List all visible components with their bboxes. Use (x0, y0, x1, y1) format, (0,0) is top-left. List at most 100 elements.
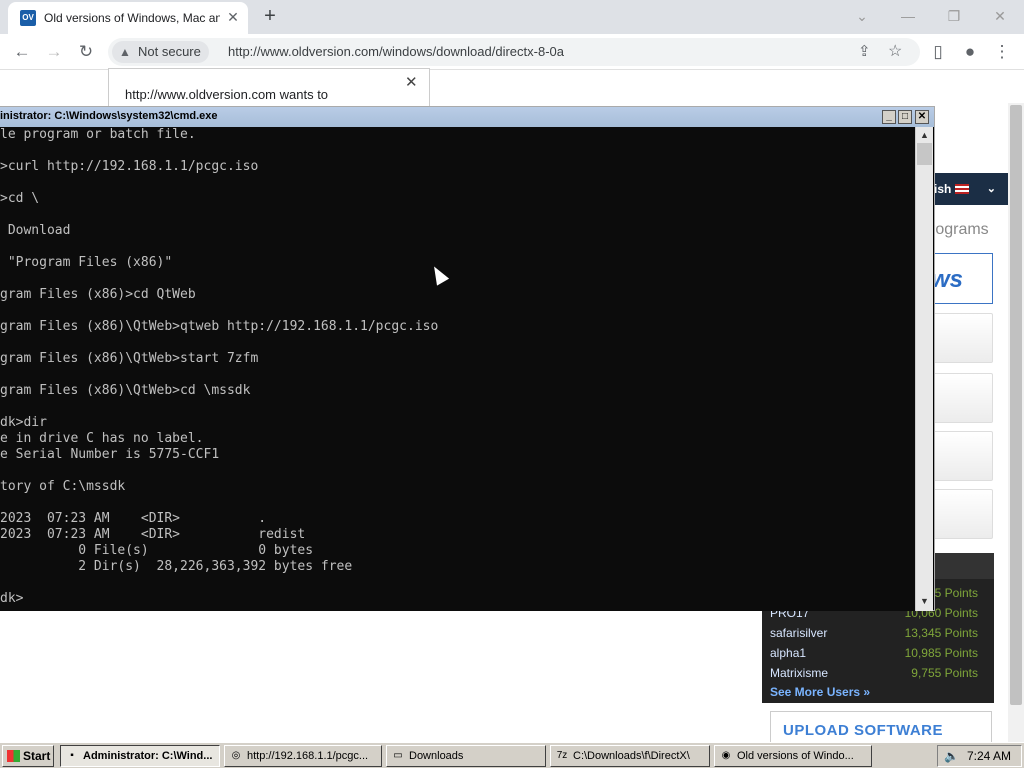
back-button[interactable]: ← (10, 40, 34, 64)
chrome-icon: ◉ (721, 750, 731, 761)
user-points: 13,345 Points (904, 626, 978, 640)
bookmark-star-icon[interactable]: ☆ (888, 41, 902, 61)
taskbar-item-chrome[interactable]: ◉ Old versions of Windo... (714, 745, 872, 767)
user-points: 10,985 Points (904, 646, 978, 660)
user-name: Matrixisme (770, 666, 829, 680)
user-row[interactable]: alpha1 10,985 Points (770, 646, 980, 666)
taskbar-item-downloads[interactable]: ▭ Downloads (386, 745, 546, 767)
user-row[interactable]: Matrixisme 9,755 Points (770, 666, 980, 686)
security-chip[interactable]: ▲ Not secure (112, 41, 209, 63)
minimize-button[interactable]: — (892, 4, 924, 28)
share-icon[interactable]: ⇪ (858, 42, 871, 60)
tab-close-icon[interactable]: ✕ (224, 8, 242, 26)
cmd-window[interactable]: inistrator: C:\Windows\system32\cmd.exe … (0, 106, 935, 611)
speaker-icon[interactable]: 🔈 (944, 746, 959, 766)
cmd-scrollbar[interactable]: ▲ ▼ (915, 127, 933, 611)
reload-button[interactable]: ↻ (74, 40, 98, 64)
clock[interactable]: 7:24 AM (967, 746, 1011, 766)
taskbar-item-label: http://192.168.1.1/pcgc... (247, 750, 369, 762)
cmd-output: le program or batch file. >curl http://1… (0, 127, 438, 607)
cmd-line (0, 335, 438, 351)
oldversion-favicon-icon: OV (20, 10, 36, 26)
cmd-line: dk>dir (0, 415, 47, 430)
cmd-line: gram Files (x86)\QtWeb>qtweb http://192.… (0, 319, 439, 334)
cmd-line (0, 271, 438, 287)
cmd-line: dk> (0, 591, 24, 606)
tab-title: Old versions of Windows, Mac and (44, 11, 220, 25)
cmd-line: 2 Dir(s) 28,226,363,392 bytes free (0, 559, 353, 574)
scroll-down-arrow-icon[interactable]: ▼ (916, 593, 933, 609)
profile-avatar-icon[interactable]: ● (958, 40, 982, 64)
cmd-title: inistrator: C:\Windows\system32\cmd.exe (0, 110, 218, 122)
cmd-icon: ▪ (70, 750, 74, 761)
cmd-minimize-button[interactable]: _ (882, 110, 896, 124)
new-tab-button[interactable]: + (258, 5, 282, 29)
cmd-titlebar[interactable]: inistrator: C:\Windows\system32\cmd.exe … (0, 107, 934, 127)
restore-button[interactable]: ❐ (938, 4, 970, 28)
tab-search-chevron-icon[interactable]: ⌄ (846, 4, 878, 28)
upload-software-button[interactable]: UPLOAD SOFTWARE (770, 711, 992, 742)
start-label: Start (23, 749, 51, 763)
user-row[interactable]: safarisilver 13,345 Points (770, 626, 980, 646)
category-button[interactable] (930, 431, 993, 481)
see-more-users-link[interactable]: See More Users » (770, 685, 870, 699)
cmd-line (0, 207, 438, 223)
side-panel-icon[interactable]: ▯ (926, 40, 950, 64)
cmd-line: gram Files (x86)\QtWeb>cd \mssdk (0, 383, 251, 398)
warning-triangle-icon: ▲ (119, 45, 131, 59)
taskbar-item-qtweb[interactable]: ◎ http://192.168.1.1/pcgc... (224, 745, 382, 767)
start-button[interactable]: Start (2, 745, 54, 767)
cmd-line (0, 367, 438, 383)
close-window-button[interactable]: ✕ (984, 4, 1016, 28)
7zip-icon: 7z (556, 750, 568, 761)
page-scrollbar[interactable] (1008, 103, 1024, 742)
user-points: 5 Points (934, 586, 978, 600)
cmd-line (0, 575, 438, 591)
cmd-line: "Program Files (x86)" (0, 255, 173, 270)
programs-heading: rograms (930, 221, 989, 238)
cmd-line (0, 143, 438, 159)
cmd-line: 2023 07:23 AM <DIR> . (0, 511, 267, 526)
taskbar: Start ▪ Administrator: C:\Wind... ◎ http… (0, 742, 1024, 768)
url-text[interactable]: http://www.oldversion.com/windows/downlo… (228, 44, 564, 59)
permission-prompt: http://www.oldversion.com wants to ✕ (108, 68, 430, 108)
permission-prompt-text: http://www.oldversion.com wants to (125, 87, 329, 102)
system-tray: 🔈 7:24 AM (937, 745, 1022, 767)
user-name: safarisilver (770, 626, 828, 640)
permission-close-icon[interactable]: ✕ (405, 73, 418, 91)
cmd-close-button[interactable]: ✕ (915, 110, 929, 124)
cmd-line: 0 File(s) 0 bytes (0, 543, 314, 558)
browser-toolbar: ← → ↻ ▲ Not secure http://www.oldversion… (0, 34, 1024, 70)
windows-logo-icon (7, 750, 20, 762)
address-bar[interactable]: ▲ Not secure http://www.oldversion.com/w… (108, 38, 920, 66)
cmd-console[interactable]: le program or batch file. >curl http://1… (0, 127, 915, 611)
scroll-up-arrow-icon[interactable]: ▲ (916, 127, 933, 143)
windows-category-label: ws (931, 266, 964, 293)
forward-button[interactable]: → (42, 40, 66, 64)
cmd-line (0, 239, 438, 255)
taskbar-item-7zip[interactable]: 7z C:\Downloads\f\DirectX\ (550, 745, 710, 767)
folder-icon: ▭ (393, 750, 403, 761)
cmd-line: e in drive C has no label. (0, 431, 204, 446)
category-button[interactable] (930, 313, 993, 363)
cmd-maximize-button[interactable]: □ (898, 110, 912, 124)
cmd-scrollbar-thumb[interactable] (917, 143, 932, 165)
category-button[interactable] (930, 489, 993, 539)
user-name: alpha1 (770, 646, 807, 660)
cmd-line: 2023 07:23 AM <DIR> redist (0, 527, 306, 542)
tab-oldversion[interactable]: OV Old versions of Windows, Mac and ✕ (8, 2, 248, 34)
us-flag-icon (955, 184, 970, 194)
taskbar-item-cmd[interactable]: ▪ Administrator: C:\Wind... (60, 745, 220, 767)
page-scrollbar-thumb[interactable] (1010, 105, 1022, 705)
browser-menu-icon[interactable]: ⋮ (990, 40, 1014, 64)
language-selector[interactable]: ish ⌄ (930, 173, 1008, 205)
upload-software-label: UPLOAD SOFTWARE (783, 722, 943, 739)
security-label: Not secure (138, 44, 201, 59)
user-points: 9,755 Points (911, 666, 978, 680)
cmd-line (0, 495, 438, 511)
cmd-line: >curl http://192.168.1.1/pcgc.iso (0, 159, 259, 174)
cmd-line: >cd \ (0, 191, 40, 206)
category-button[interactable] (930, 373, 993, 423)
taskbar-item-label: Downloads (409, 750, 464, 762)
cmd-line (0, 399, 438, 415)
